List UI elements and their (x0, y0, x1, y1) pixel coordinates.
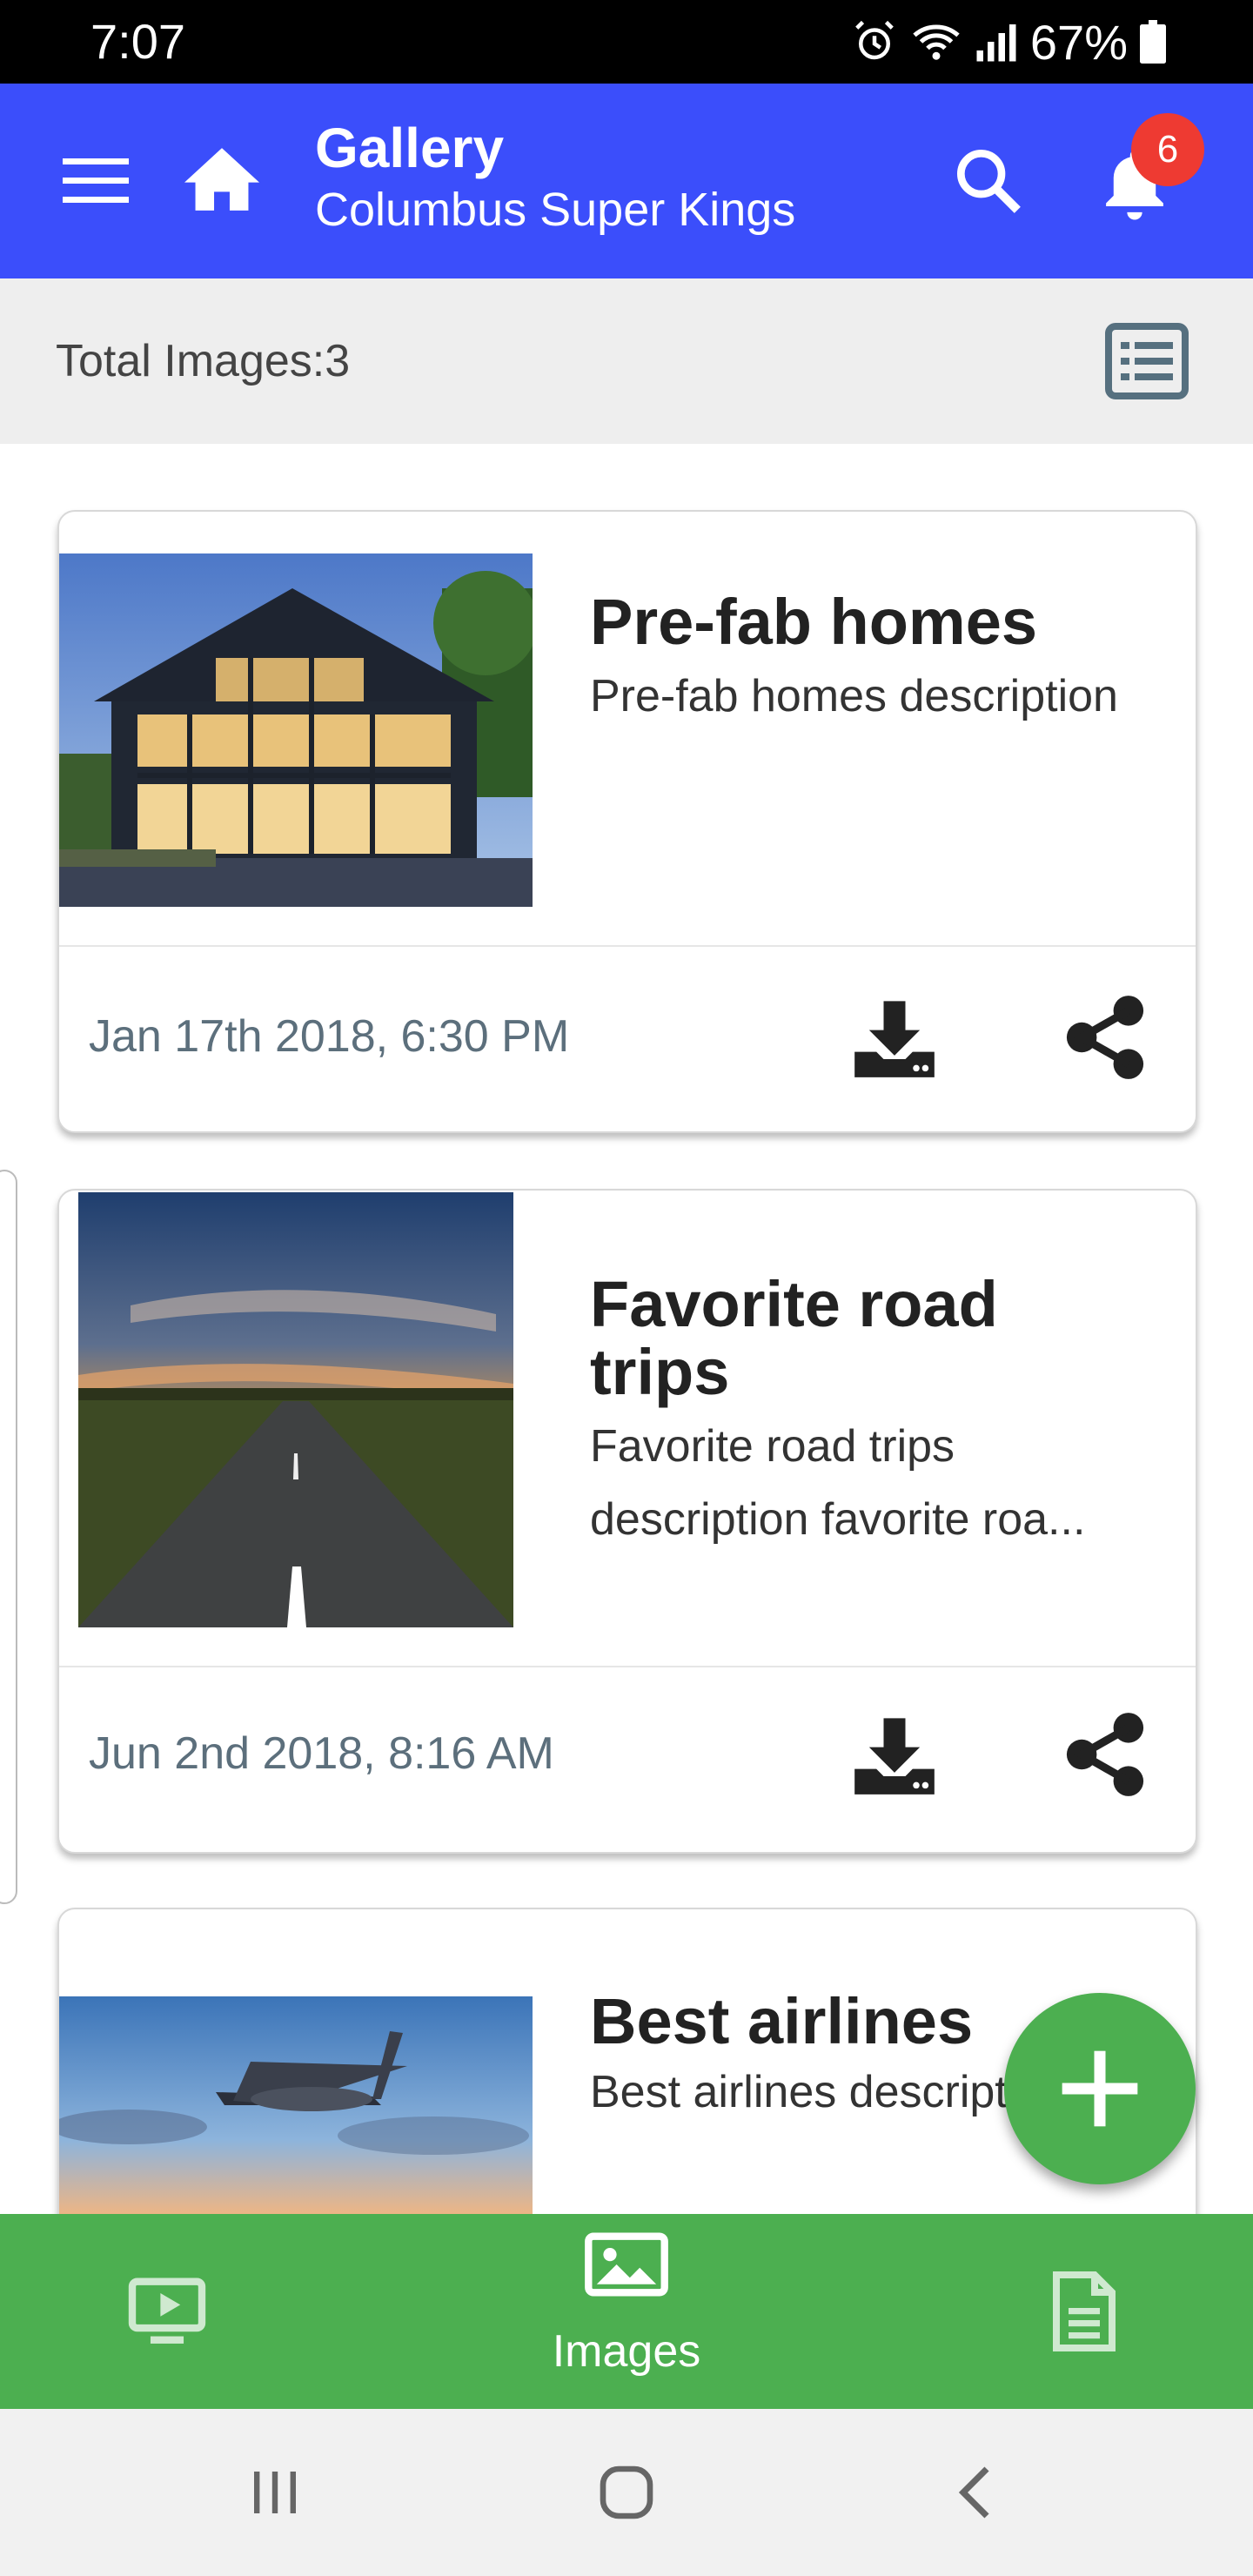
card-date: Jun 2nd 2018, 8:16 AM (89, 1728, 554, 1779)
search-icon[interactable] (954, 146, 1023, 216)
home-nav-icon[interactable] (595, 2461, 658, 2524)
plus-icon (1062, 2050, 1138, 2127)
recent-apps-icon[interactable] (247, 2465, 303, 2520)
gallery-card[interactable]: Pre-fab homes Pre-fab homes description … (57, 510, 1197, 1133)
status-bar: 7:07 67% (0, 0, 1253, 84)
nav-tab-documents[interactable] (1049, 2214, 1119, 2409)
nav-tab-images[interactable]: Images (553, 2214, 700, 2409)
signal-icon (976, 24, 1016, 62)
status-time: 7:07 (90, 14, 185, 69)
card-divider (59, 945, 1196, 947)
app-bar: Gallery Columbus Super Kings 6 (0, 84, 1253, 278)
wifi-icon (913, 24, 960, 60)
alarm-icon (855, 20, 894, 60)
card-description: Pre-fab homes description (590, 671, 1118, 721)
battery-icon (1140, 20, 1166, 64)
bottom-navigation: Images (0, 2214, 1253, 2409)
status-icons: 67% (851, 12, 1166, 71)
nav-tab-label: Images (552, 2326, 701, 2377)
card-date: Jan 17th 2018, 6:30 PM (89, 1011, 570, 1062)
total-images-label: Total Images:3 (56, 336, 351, 386)
battery-percent: 67% (1029, 14, 1128, 70)
download-icon[interactable] (851, 994, 938, 1081)
card-divider (59, 1666, 1196, 1667)
home-icon[interactable] (184, 144, 259, 214)
menu-icon[interactable] (63, 153, 129, 209)
page-subtitle: Columbus Super Kings (315, 184, 796, 236)
card-title: Favorite road trips (590, 1268, 998, 1408)
page-title: Gallery (315, 117, 505, 179)
document-icon (1053, 2271, 1116, 2351)
list-view-icon[interactable] (1105, 322, 1189, 400)
card-image[interactable] (59, 553, 533, 907)
system-navigation-bar (0, 2409, 1253, 2576)
share-icon[interactable] (1065, 994, 1145, 1081)
card-image[interactable] (78, 1192, 513, 1627)
gallery-card[interactable]: Favorite road trips Favorite road trips … (57, 1189, 1197, 1854)
video-icon (128, 2277, 206, 2344)
drawer-edge[interactable] (0, 1170, 17, 1904)
nav-tab-videos[interactable] (127, 2214, 207, 2409)
share-icon[interactable] (1065, 1711, 1145, 1798)
card-title: Pre-fab homes (590, 586, 1038, 658)
summary-bar: Total Images:3 (0, 278, 1253, 444)
image-icon (585, 2232, 668, 2297)
card-description: Favorite road trips description favorite… (590, 1421, 1086, 1545)
download-icon[interactable] (851, 1711, 938, 1798)
notification-badge: 6 (1131, 113, 1204, 186)
back-icon[interactable] (950, 2461, 1002, 2524)
add-button[interactable] (1004, 1993, 1196, 2184)
